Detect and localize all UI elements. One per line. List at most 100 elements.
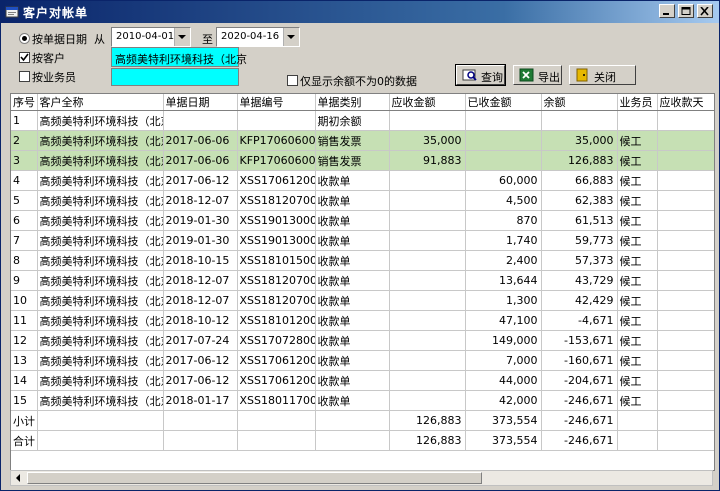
by-date-radio[interactable]	[19, 33, 30, 44]
table-row[interactable]: 9高频美特利环境科技（北京2018-12-07XSS181207002收款单 13…	[11, 270, 714, 291]
by-salesman-checkbox[interactable]	[19, 71, 30, 82]
table-cell[interactable]: 57,373	[541, 250, 618, 271]
table-cell[interactable]: -4,671	[541, 310, 618, 331]
table-cell[interactable]: 高频美特利环境科技（北京	[37, 250, 164, 271]
from-date-dropdown[interactable]	[174, 28, 190, 46]
table-cell[interactable]: 期初余额	[315, 110, 390, 131]
table-row[interactable]: 11高频美特利环境科技（北京2018-10-12XSS181012001收款单 4…	[11, 310, 714, 331]
scrollbar-thumb[interactable]	[27, 472, 482, 484]
table-cell[interactable]: 收款单	[315, 370, 390, 391]
table-cell[interactable]: 候工	[617, 210, 658, 231]
table-cell[interactable]: 收款单	[315, 350, 390, 371]
table-cell[interactable]: 候工	[617, 350, 658, 371]
table-cell[interactable]: 42,000	[465, 390, 542, 411]
table-cell[interactable]: 13	[11, 350, 38, 371]
table-cell[interactable]: 销售发票	[315, 150, 390, 171]
table-cell[interactable]: 44,000	[465, 370, 542, 391]
table-cell[interactable]	[657, 250, 714, 271]
table-cell[interactable]: 11	[11, 310, 38, 331]
table-cell[interactable]: 高频美特利环境科技（北京	[37, 230, 164, 251]
table-cell[interactable]: 59,773	[541, 230, 618, 251]
table-cell[interactable]	[657, 390, 714, 411]
table-cell[interactable]: 高频美特利环境科技（北京	[37, 310, 164, 331]
table-cell[interactable]: 高频美特利环境科技（北京	[37, 370, 164, 391]
table-cell[interactable]: 高频美特利环境科技（北京	[37, 270, 164, 291]
table-cell[interactable]: 7	[11, 230, 38, 251]
table-cell[interactable]	[389, 230, 466, 251]
maximize-button[interactable]	[678, 4, 694, 18]
table-cell[interactable]: -246,671	[541, 390, 618, 411]
to-date-dropdown[interactable]	[283, 28, 299, 46]
scroll-left-icon[interactable]	[14, 472, 22, 484]
table-cell[interactable]: 2017-06-12	[163, 350, 238, 371]
table-cell[interactable]	[163, 110, 238, 131]
table-cell[interactable]: 12	[11, 330, 38, 351]
table-cell[interactable]: 62,383	[541, 190, 618, 211]
table-cell[interactable]: 收款单	[315, 190, 390, 211]
to-date-picker[interactable]: 2020-04-16	[216, 27, 300, 47]
table-cell[interactable]: 10	[11, 290, 38, 311]
col-header[interactable]: 单据编号	[237, 94, 316, 111]
table-cell[interactable]: XSS170612004	[237, 170, 316, 191]
table-cell[interactable]: 126,883	[389, 430, 466, 451]
table-cell[interactable]: -153,671	[541, 330, 618, 351]
minimize-button[interactable]	[659, 4, 675, 18]
table-cell[interactable]: 5	[11, 190, 38, 211]
table-cell[interactable]	[37, 430, 164, 451]
table-cell[interactable]: 7,000	[465, 350, 542, 371]
table-cell[interactable]: 149,000	[465, 330, 542, 351]
table-cell[interactable]: XSS190130002	[237, 230, 316, 251]
table-cell[interactable]: 收款单	[315, 390, 390, 411]
table-cell[interactable]: 373,554	[465, 430, 542, 451]
table-cell[interactable]	[657, 150, 714, 171]
total-row[interactable]: 合计 126,883 373,554 -246,671	[11, 430, 714, 451]
table-row[interactable]: 5高频美特利环境科技（北京2018-12-07XSS181207001收款单 4,…	[11, 190, 714, 211]
table-row[interactable]: 2 高频美特利环境科技（北京 2017-06-06 KFP170606001 销售发票 3…	[11, 130, 714, 151]
table-row[interactable]: 8高频美特利环境科技（北京2018-10-15XSS181015001收款单 2,…	[11, 250, 714, 271]
table-cell[interactable]: XSS180117001	[237, 390, 316, 411]
table-cell[interactable]: 2018-10-12	[163, 310, 238, 331]
table-cell[interactable]	[389, 390, 466, 411]
table-cell[interactable]: 销售发票	[315, 130, 390, 151]
table-cell[interactable]	[657, 190, 714, 211]
horizontal-scrollbar[interactable]	[10, 470, 713, 486]
table-cell[interactable]: 2019-01-30	[163, 210, 238, 231]
table-cell[interactable]: 高频美特利环境科技（北京	[37, 390, 164, 411]
table-cell[interactable]: 2018-12-07	[163, 190, 238, 211]
table-cell[interactable]: 收款单	[315, 310, 390, 331]
table-cell[interactable]	[389, 330, 466, 351]
table-row[interactable]: 7高频美特利环境科技（北京2019-01-30XSS190130002收款单 1,…	[11, 230, 714, 251]
table-cell[interactable]: 2017-06-06	[163, 150, 238, 171]
table-cell[interactable]: 合计	[11, 430, 38, 451]
close-button[interactable]: 关闭	[569, 65, 636, 85]
table-cell[interactable]: XSS181207003	[237, 290, 316, 311]
table-cell[interactable]: 2017-06-12	[163, 370, 238, 391]
table-cell[interactable]: 3	[11, 150, 38, 171]
table-cell[interactable]: 91,883	[389, 150, 466, 171]
table-cell[interactable]: 2018-10-15	[163, 250, 238, 271]
table-row[interactable]: 4高频美特利环境科技（北京2017-06-12XSS170612004收款单 60…	[11, 170, 714, 191]
table-cell[interactable]: 870	[465, 210, 542, 231]
table-cell[interactable]: 收款单	[315, 330, 390, 351]
table-cell[interactable]	[389, 170, 466, 191]
statement-grid[interactable]: 序号 客户全称 单据日期 单据编号 单据类别 应收金额 已收金额 余额 业务员 …	[10, 93, 715, 471]
table-cell[interactable]: -204,671	[541, 370, 618, 391]
table-cell[interactable]: 收款单	[315, 250, 390, 271]
table-cell[interactable]: XSS181012001	[237, 310, 316, 331]
table-cell[interactable]: 2017-06-06	[163, 130, 238, 151]
table-cell[interactable]: 候工	[617, 250, 658, 271]
table-row[interactable]: 10高频美特利环境科技（北京2018-12-07XSS181207003收款单 1…	[11, 290, 714, 311]
table-cell[interactable]: XSS181207001	[237, 190, 316, 211]
col-header[interactable]: 单据日期	[163, 94, 238, 111]
table-cell[interactable]: 收款单	[315, 270, 390, 291]
table-cell[interactable]: 收款单	[315, 290, 390, 311]
table-cell[interactable]: 2018-01-17	[163, 390, 238, 411]
table-cell[interactable]	[657, 290, 714, 311]
table-cell[interactable]: 2018-12-07	[163, 270, 238, 291]
table-cell[interactable]: 候工	[617, 370, 658, 391]
from-date-picker[interactable]: 2010-04-01	[111, 27, 191, 47]
table-cell[interactable]: KFP170606003	[237, 150, 316, 171]
table-cell[interactable]	[163, 430, 238, 451]
table-cell[interactable]: 2018-12-07	[163, 290, 238, 311]
table-cell[interactable]	[617, 430, 658, 451]
